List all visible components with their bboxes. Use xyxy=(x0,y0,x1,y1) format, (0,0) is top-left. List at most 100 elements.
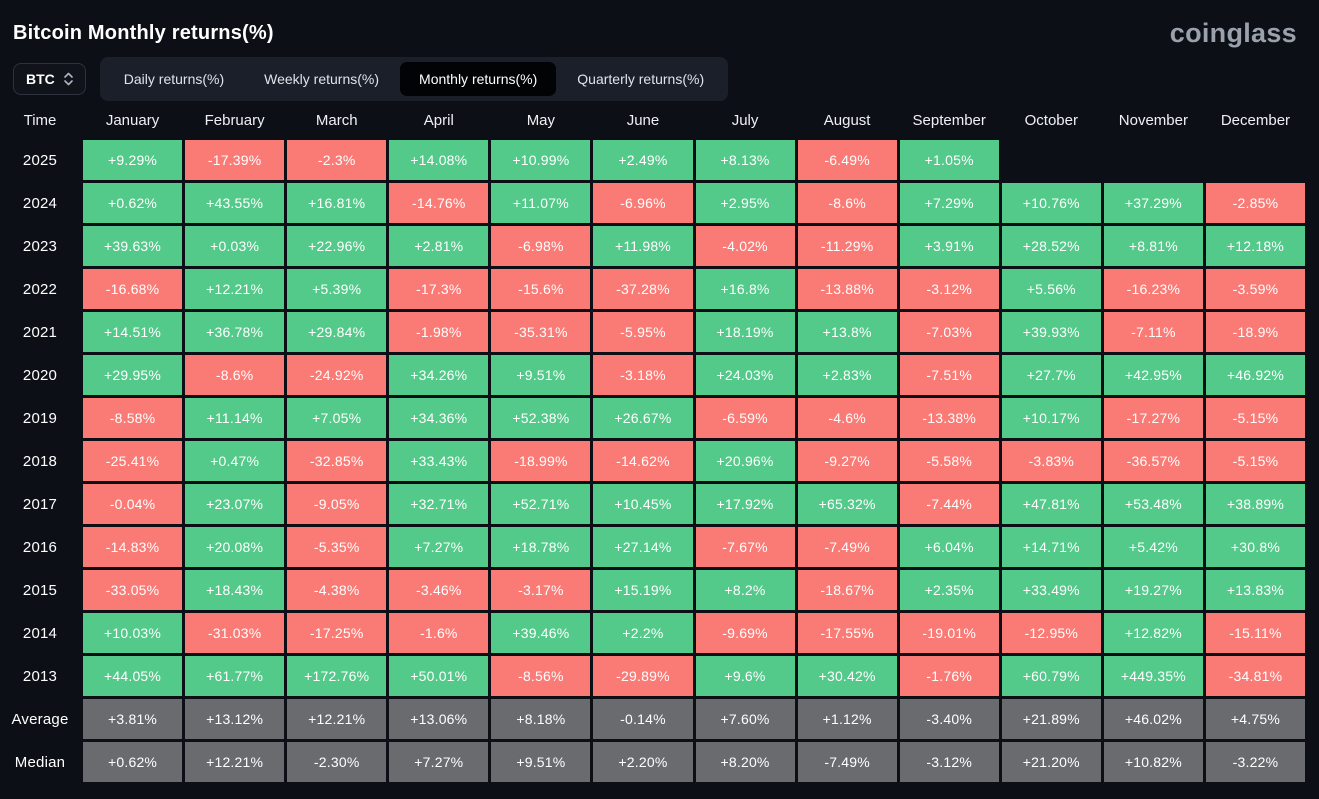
return-cell: +18.19% xyxy=(695,312,795,352)
select-chevron-icon xyxy=(63,72,73,86)
return-cell: +10.76% xyxy=(1001,183,1101,223)
row-label: Median xyxy=(14,753,66,771)
return-cell: +2.49% xyxy=(593,140,693,180)
return-cell: +27.7% xyxy=(1001,355,1101,395)
return-cell: +13.8% xyxy=(797,312,897,352)
column-header-february: February xyxy=(204,112,265,129)
tab-weekly-returns[interactable]: Weekly returns(%) xyxy=(245,62,398,96)
return-cell: -1.98% xyxy=(389,312,489,352)
return-cell: +5.56% xyxy=(1001,269,1101,309)
return-cell: -13.38% xyxy=(899,398,999,438)
return-cell: -3.17% xyxy=(491,570,591,610)
return-cell: -3.22% xyxy=(1205,742,1305,782)
return-cell: -14.62% xyxy=(593,441,693,481)
return-cell: -3.46% xyxy=(389,570,489,610)
return-cell: +52.38% xyxy=(491,398,591,438)
return-cell: -17.55% xyxy=(797,613,897,653)
return-cell: +2.95% xyxy=(695,183,795,223)
return-cell: +39.46% xyxy=(491,613,591,653)
return-cell: +4.75% xyxy=(1205,699,1305,739)
return-cell: -18.99% xyxy=(491,441,591,481)
tab-daily-returns[interactable]: Daily returns(%) xyxy=(105,62,243,96)
return-cell: +46.02% xyxy=(1103,699,1203,739)
return-cell: +7.27% xyxy=(389,527,489,567)
return-cell: -36.57% xyxy=(1103,441,1203,481)
return-cell: -3.12% xyxy=(899,742,999,782)
return-cell: +23.07% xyxy=(185,484,285,524)
symbol-select[interactable]: BTC xyxy=(13,63,86,95)
return-cell: -5.15% xyxy=(1205,398,1305,438)
table-row-2015: 2015 -33.05% +18.43% -4.38% -3.46% -3.17% +15.… xyxy=(0,570,1305,610)
return-cell: +9.51% xyxy=(491,355,591,395)
return-cell: +5.39% xyxy=(287,269,387,309)
return-cell: -5.95% xyxy=(593,312,693,352)
return-cell: +20.08% xyxy=(185,527,285,567)
return-cell: -1.6% xyxy=(389,613,489,653)
return-cell: -9.05% xyxy=(287,484,387,524)
tab-quarterly-returns[interactable]: Quarterly returns(%) xyxy=(558,62,723,96)
table-row-2018: 2018 -25.41% +0.47% -32.85% +33.43% -18.99% -1… xyxy=(0,441,1305,481)
return-cell: +1.05% xyxy=(899,140,999,180)
column-header-june: June xyxy=(626,112,660,129)
return-cell: -18.67% xyxy=(797,570,897,610)
return-cell: +18.78% xyxy=(491,527,591,567)
row-label: 2021 xyxy=(22,323,58,341)
return-cell: +21.20% xyxy=(1001,742,1101,782)
return-cell: +16.81% xyxy=(287,183,387,223)
return-cell: +29.84% xyxy=(287,312,387,352)
return-cell: -15.11% xyxy=(1205,613,1305,653)
tab-monthly-returns[interactable]: Monthly returns(%) xyxy=(400,62,557,96)
return-cell: -35.31% xyxy=(491,312,591,352)
return-cell: +10.17% xyxy=(1001,398,1101,438)
return-cell: -14.76% xyxy=(389,183,489,223)
column-header-august: August xyxy=(823,112,871,129)
table-row-2025: 2025 +9.29% -17.39% -2.3% +14.08% +10.99% +2.4… xyxy=(0,140,1305,180)
return-cell: +0.62% xyxy=(83,183,183,223)
return-cell xyxy=(1104,140,1203,180)
return-cell: +7.27% xyxy=(389,742,489,782)
return-cell: -13.88% xyxy=(797,269,897,309)
return-cell: +8.20% xyxy=(695,742,795,782)
return-cell: +28.52% xyxy=(1001,226,1101,266)
return-cell: +0.62% xyxy=(83,742,183,782)
return-cell: -16.23% xyxy=(1103,269,1203,309)
return-cell: +33.43% xyxy=(389,441,489,481)
return-cell: +7.60% xyxy=(695,699,795,739)
coinglass-logo: coinglass xyxy=(1169,17,1297,48)
return-cell: -7.11% xyxy=(1103,312,1203,352)
return-cell: +39.93% xyxy=(1001,312,1101,352)
return-cell: -34.81% xyxy=(1205,656,1305,696)
column-header-time: Time xyxy=(23,112,57,129)
page-title: Bitcoin Monthly returns(%) xyxy=(13,21,274,44)
column-header-july: July xyxy=(731,112,759,129)
return-cell: +9.6% xyxy=(695,656,795,696)
return-cell xyxy=(1002,140,1101,180)
return-cell: -6.98% xyxy=(491,226,591,266)
return-cell: +5.42% xyxy=(1103,527,1203,567)
return-cell: +24.03% xyxy=(695,355,795,395)
return-cell: +2.81% xyxy=(389,226,489,266)
return-cell: -32.85% xyxy=(287,441,387,481)
table-row-2021: 2021 +14.51% +36.78% +29.84% -1.98% -35.31% -5… xyxy=(0,312,1305,352)
return-cell: -0.14% xyxy=(593,699,693,739)
return-cell: -33.05% xyxy=(83,570,183,610)
return-cell: -0.04% xyxy=(83,484,183,524)
return-cell: +0.47% xyxy=(185,441,285,481)
return-cell: -1.76% xyxy=(899,656,999,696)
column-header-march: March xyxy=(315,112,358,129)
table-row-2016: 2016 -14.83% +20.08% -5.35% +7.27% +18.78% +27… xyxy=(0,527,1305,567)
return-cell: +36.78% xyxy=(185,312,285,352)
return-cell: +37.29% xyxy=(1103,183,1203,223)
row-label: 2014 xyxy=(22,624,58,642)
return-cell: +7.29% xyxy=(899,183,999,223)
symbol-select-value: BTC xyxy=(26,71,55,87)
return-cell: -6.49% xyxy=(797,140,897,180)
return-cell: +13.83% xyxy=(1205,570,1305,610)
return-cell: +14.71% xyxy=(1001,527,1101,567)
return-cell: +26.67% xyxy=(593,398,693,438)
row-label: 2020 xyxy=(22,366,58,384)
return-cell: +14.51% xyxy=(83,312,183,352)
row-label: 2015 xyxy=(22,581,58,599)
table-row-median: Median +0.62% +12.21% -2.30% +7.27% +9.51% +2.… xyxy=(0,742,1305,782)
return-cell: +16.8% xyxy=(695,269,795,309)
